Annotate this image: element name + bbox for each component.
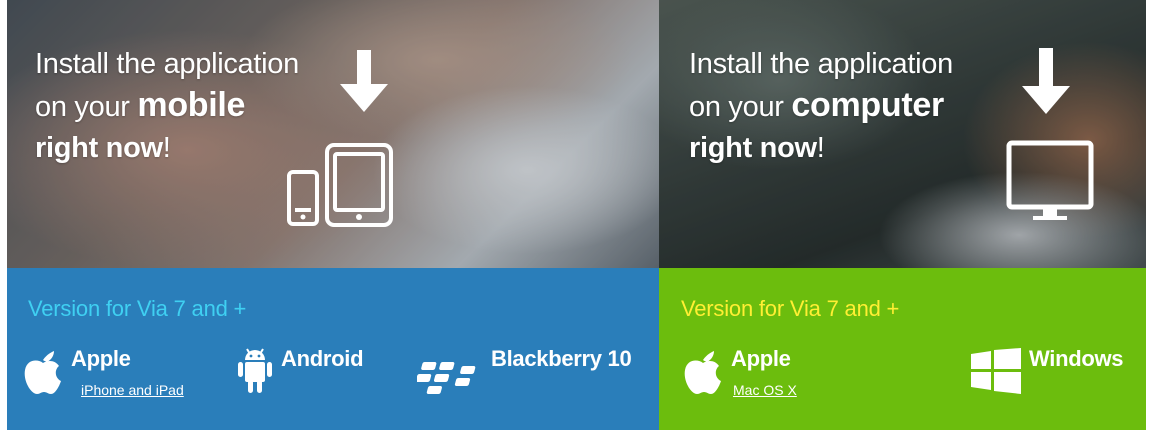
mobile-headline: Install the application on your mobile r… — [35, 44, 299, 169]
iphone-ipad-link[interactable]: iPhone and iPad — [81, 382, 184, 398]
computer-device-icon — [999, 48, 1119, 228]
headline-right-now: right now — [689, 132, 817, 164]
apple-icon — [24, 351, 62, 394]
monitor-icon — [1006, 140, 1094, 220]
android-icon — [238, 348, 272, 393]
apple-mac-download-link[interactable]: Apple Mac OS X — [683, 344, 863, 404]
computer-hero-banner: Install the application on your computer… — [659, 0, 1146, 268]
headline-device-word: computer — [791, 86, 944, 124]
tablet-icon — [325, 143, 393, 227]
mac-os-x-link[interactable]: Mac OS X — [733, 382, 797, 398]
headline-line2-prefix: on your — [35, 91, 138, 123]
headline-line2-prefix: on your — [689, 91, 792, 123]
apple-platform-name: Apple — [731, 346, 791, 371]
windows-icon — [971, 348, 1021, 394]
windows-download-link[interactable]: Windows — [971, 344, 1141, 404]
download-arrow-icon — [1022, 48, 1070, 114]
computer-headline: Install the application on your computer… — [689, 44, 953, 169]
blackberry-download-link[interactable]: Blackberry 10 — [417, 344, 657, 404]
apple-platform-name: Apple — [71, 346, 131, 371]
apple-icon — [684, 351, 721, 394]
windows-platform-name: Windows — [1029, 346, 1124, 371]
apple-iphone-download-link[interactable]: Apple iPhone and iPad — [23, 344, 223, 404]
mobile-panel: Install the application on your mobile r… — [7, 0, 659, 430]
headline-line1: Install the application — [689, 48, 953, 80]
headline-line1: Install the application — [35, 48, 299, 80]
computer-panel: Install the application on your computer… — [659, 0, 1146, 430]
mobile-hero-banner: Install the application on your mobile r… — [7, 0, 659, 268]
blackberry-icon — [417, 362, 476, 394]
computer-version-label: Version for Via 7 and + — [681, 296, 900, 321]
blackberry-platform-name: Blackberry 10 — [491, 346, 632, 371]
android-platform-name: Android — [281, 346, 364, 371]
download-arrow-icon — [340, 50, 388, 112]
mobile-devices-icon — [285, 50, 405, 230]
headline-device-word: mobile — [137, 86, 246, 124]
android-download-link[interactable]: Android — [237, 344, 397, 404]
mobile-version-label: Version for Via 7 and + — [28, 296, 247, 321]
headline-right-now: right now — [35, 132, 163, 164]
